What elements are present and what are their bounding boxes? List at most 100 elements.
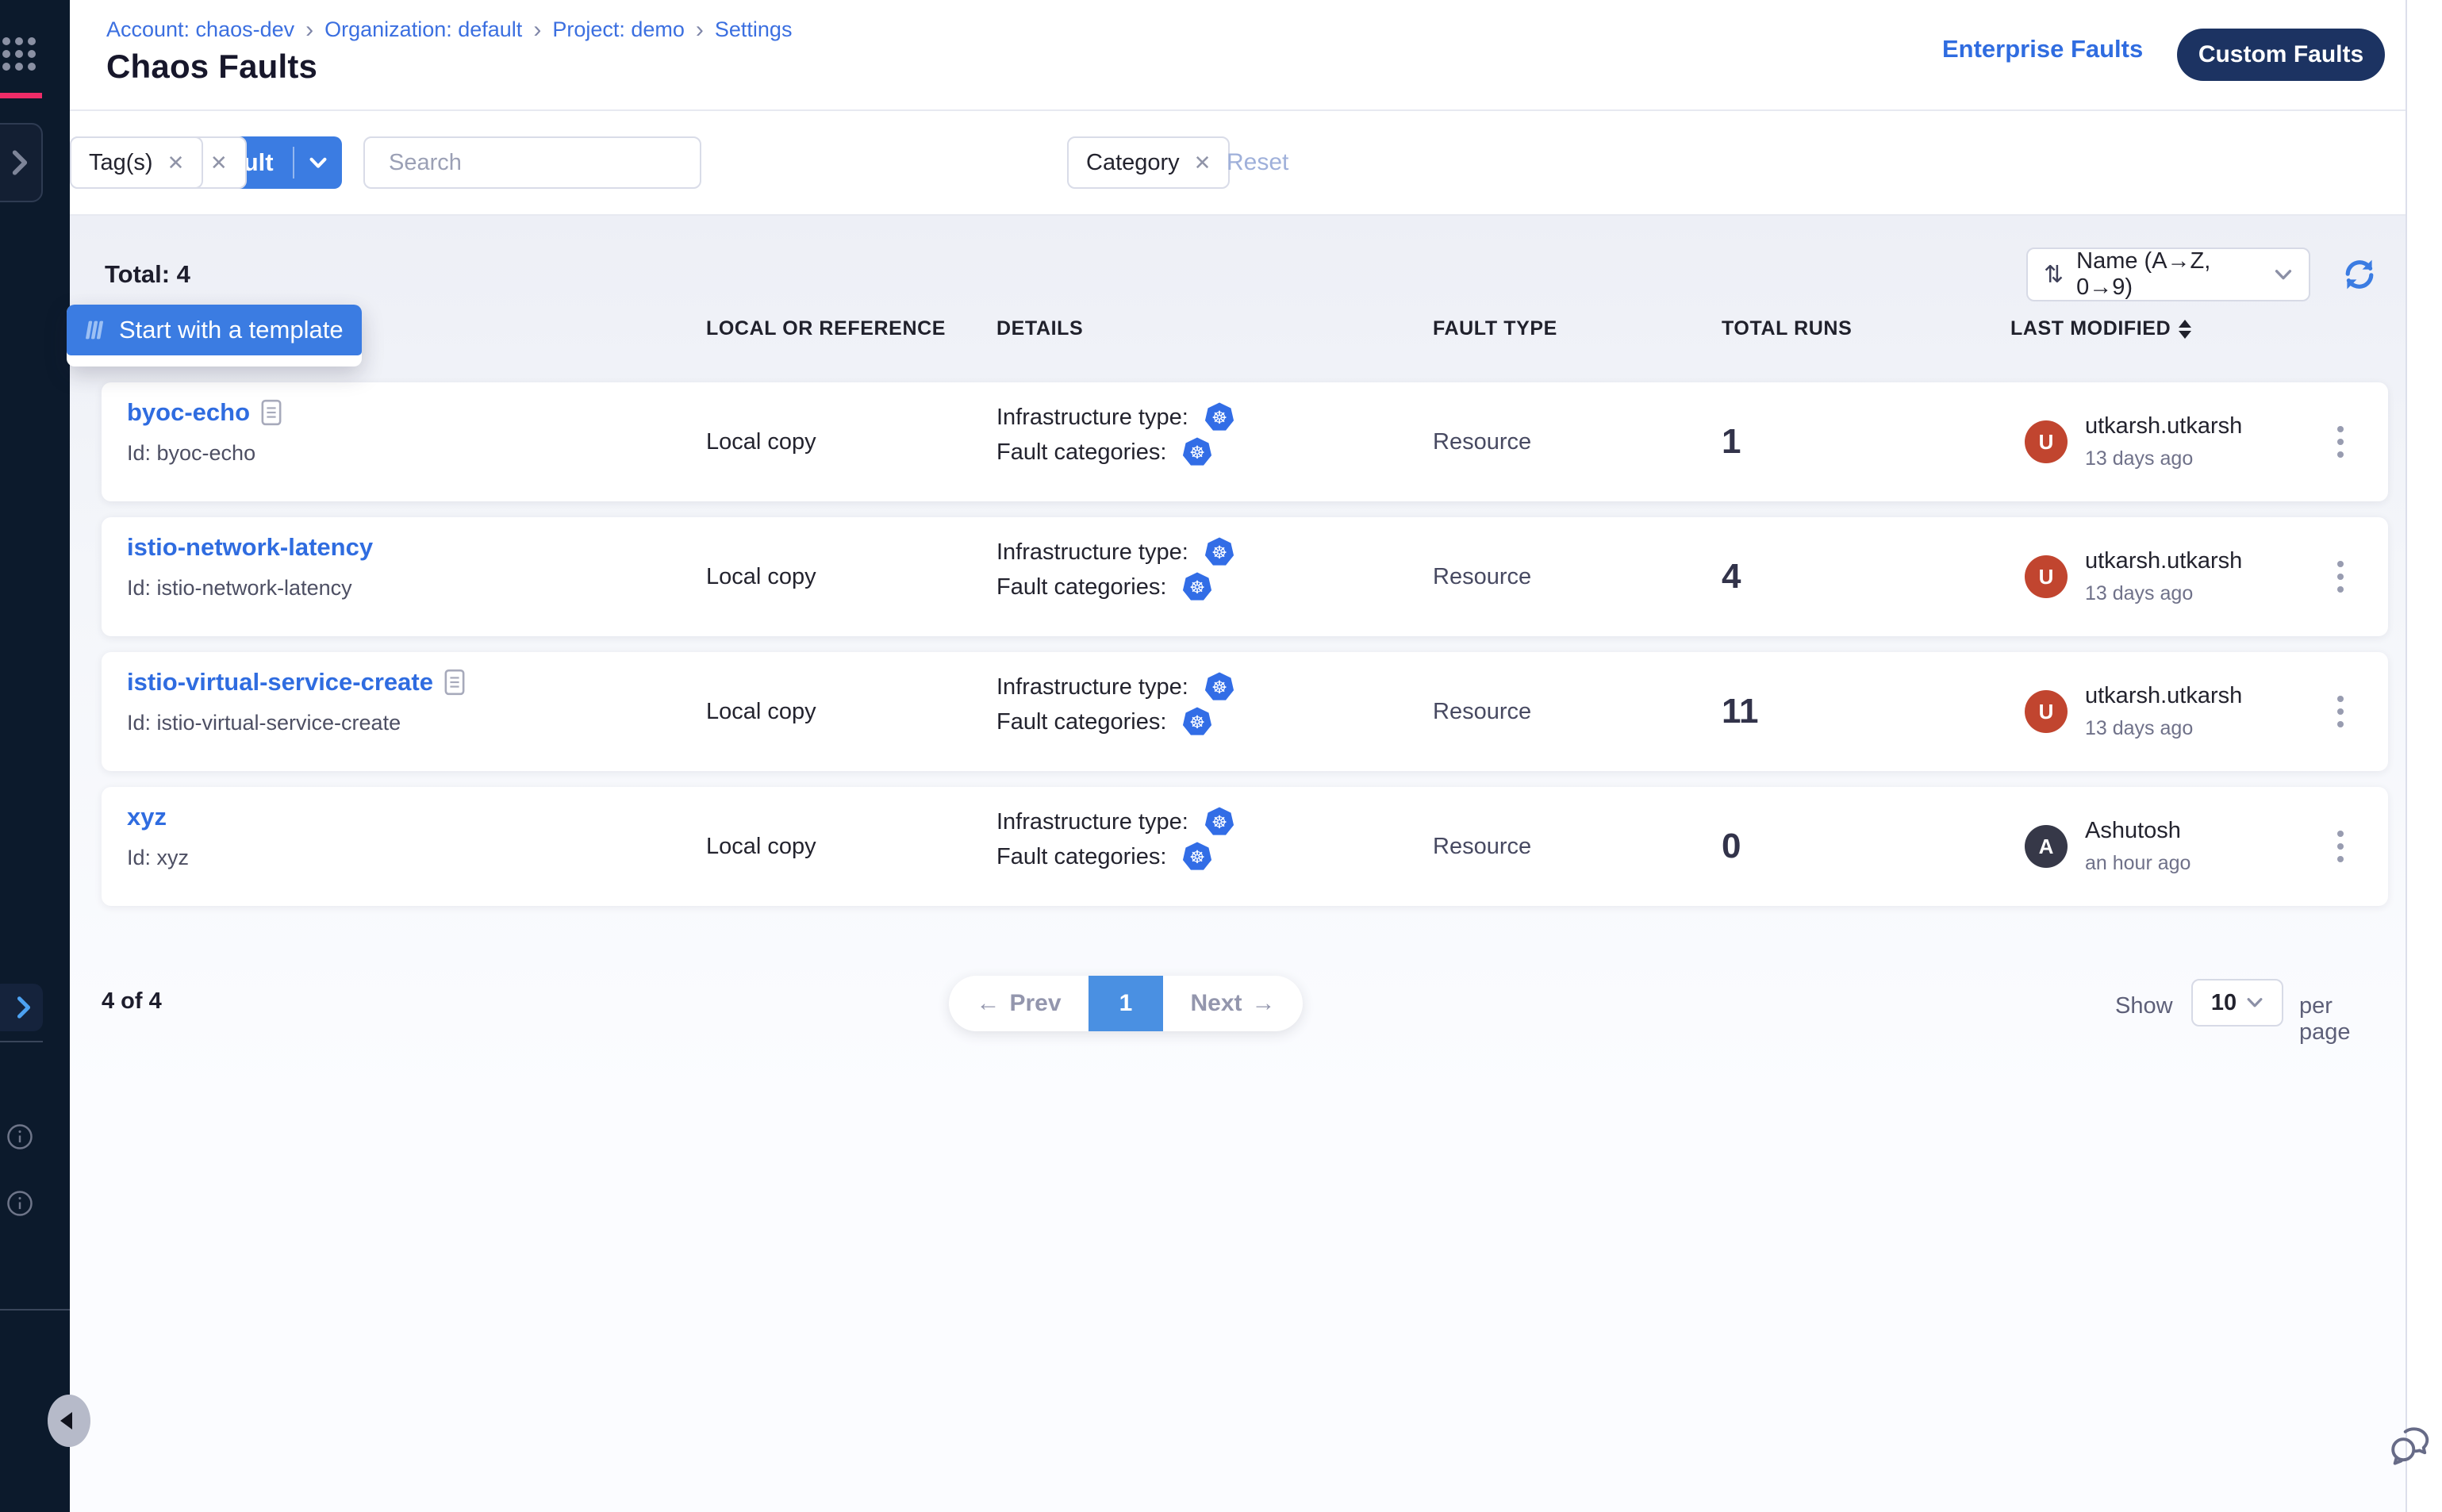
column-label: FAULT TYPE (1433, 317, 1557, 340)
description-doc-icon[interactable] (444, 669, 465, 696)
fault-id: Id: istio-virtual-service-create (127, 711, 465, 735)
kubernetes-icon: ☸ (1204, 672, 1234, 702)
breadcrumb-separator: › (305, 18, 313, 42)
refresh-icon[interactable] (2340, 255, 2379, 294)
close-icon[interactable]: ✕ (210, 151, 228, 175)
per-page-label: per page (2299, 993, 2388, 1046)
content-area: Total: 4 ⇅ Name (A→Z, 0→9) FAULT NAMELOC… (70, 216, 2406, 1512)
last-modified-cell: A Ashutosh an hour ago (2025, 787, 2191, 906)
total-runs: 1 (1722, 382, 1741, 501)
kubernetes-icon: ☸ (1204, 537, 1234, 567)
new-fault-dropdown-toggle[interactable] (294, 136, 342, 189)
kubernetes-icon: ☸ (1182, 572, 1212, 602)
total-count-label: Total: 4 (105, 260, 190, 289)
avatar: U (2025, 555, 2068, 598)
svg-text:☸: ☸ (1211, 812, 1227, 833)
show-label: Show (2115, 993, 2173, 1019)
arrow-right-icon: → (1252, 990, 1276, 1017)
modified-by-name: Ashutosh (2085, 818, 2191, 844)
new-fault-dropdown-menu: Start with a template (67, 305, 362, 366)
nav-collapse-handle[interactable] (48, 1395, 90, 1447)
breadcrumb-separator: › (696, 18, 704, 42)
sort-arrows-icon: ⇅ (2044, 261, 2064, 289)
description-doc-icon[interactable] (261, 399, 282, 426)
custom-faults-button[interactable]: Custom Faults (2177, 29, 2385, 81)
chevron-down-icon (2246, 997, 2263, 1008)
module-grid-icon[interactable] (2, 36, 36, 71)
main-area: Account: chaos-dev › Organization: default… (70, 0, 2406, 1512)
next-page-button[interactable]: Next → (1163, 976, 1303, 1031)
avatar: U (2025, 690, 2068, 733)
breadcrumb-link[interactable]: Account: chaos-dev (106, 17, 294, 42)
prev-page-button[interactable]: ← Prev (949, 976, 1089, 1031)
menu-item-label: Start with a template (119, 316, 344, 344)
search-input[interactable] (389, 150, 688, 176)
fault-categories-label: Fault categories: (996, 439, 1166, 466)
breadcrumb: Account: chaos-dev › Organization: default… (106, 17, 792, 42)
table-header-row: FAULT NAMELOCAL OR REFERENCEDETAILSFAULT… (127, 317, 2388, 354)
filter-chip-tag-s-[interactable]: Tag(s)✕ (70, 136, 203, 189)
page-header: Account: chaos-dev › Organization: default… (70, 0, 2406, 111)
fault-row: xyz Id: xyz Local copy Infrastructure ty… (102, 787, 2388, 906)
sort-select[interactable]: ⇅ Name (A→Z, 0→9) (2026, 248, 2310, 301)
fault-name-link[interactable]: xyz (127, 803, 167, 831)
local-or-reference: Local copy (706, 382, 816, 501)
modified-time: 13 days ago (2085, 447, 2242, 470)
row-actions-menu-button[interactable] (2325, 418, 2356, 466)
start-with-template-menu-item[interactable]: Start with a template (67, 305, 362, 355)
kubernetes-icon: ☸ (1182, 842, 1212, 872)
modified-by-name: utkarsh.utkarsh (2085, 413, 2242, 439)
close-icon[interactable]: ✕ (1194, 151, 1211, 175)
support-chat-icon[interactable] (2388, 1422, 2434, 1468)
row-actions-menu-button[interactable] (2325, 553, 2356, 601)
chevron-right-icon (11, 149, 29, 176)
total-runs: 4 (1722, 517, 1741, 636)
info-icon[interactable] (6, 1123, 33, 1150)
breadcrumb-link[interactable]: Settings (715, 17, 793, 42)
fault-type: Resource (1433, 517, 1531, 636)
fault-name-cell: istio-virtual-service-create Id: istio-v… (127, 668, 465, 735)
kubernetes-icon: ☸ (1204, 402, 1234, 432)
breadcrumb-link[interactable]: Organization: default (324, 17, 522, 42)
modified-by-name: utkarsh.utkarsh (2085, 683, 2242, 709)
sort-both-icon (2179, 320, 2191, 339)
next-label: Next (1190, 990, 1242, 1017)
prev-label: Prev (1009, 990, 1061, 1017)
nav-divider (0, 1041, 43, 1042)
row-actions-menu-button[interactable] (2325, 688, 2356, 735)
svg-text:☸: ☸ (1189, 847, 1205, 868)
fault-name-link[interactable]: istio-virtual-service-create (127, 668, 433, 697)
fault-name-link[interactable]: istio-network-latency (127, 533, 373, 562)
fault-type: Resource (1433, 382, 1531, 501)
search-box (363, 136, 701, 189)
chevron-down-icon (2274, 269, 2293, 281)
nav-expand-bottom-button[interactable] (0, 984, 43, 1031)
modified-time: 13 days ago (2085, 717, 2242, 740)
fault-row: istio-virtual-service-create Id: istio-v… (102, 652, 2388, 771)
fault-id: Id: xyz (127, 846, 189, 870)
svg-text:☸: ☸ (1189, 712, 1205, 733)
filter-chip-category[interactable]: Category✕ (1067, 136, 1230, 189)
page-size-select[interactable]: 10 (2191, 979, 2283, 1027)
svg-text:☸: ☸ (1211, 408, 1227, 428)
page-1-button[interactable]: 1 (1089, 976, 1163, 1031)
info-icon[interactable] (6, 1190, 33, 1217)
fault-name-link[interactable]: byoc-echo (127, 398, 250, 427)
infra-type-label: Infrastructure type: (996, 809, 1188, 835)
local-or-reference: Local copy (706, 517, 816, 636)
modified-time: an hour ago (2085, 852, 2191, 875)
fault-type: Resource (1433, 787, 1531, 906)
right-gutter (2406, 0, 2442, 1512)
close-icon[interactable]: ✕ (167, 151, 185, 175)
reset-filters-link[interactable]: Reset (1227, 149, 1288, 176)
nav-expand-button[interactable] (0, 123, 43, 202)
row-actions-menu-button[interactable] (2325, 823, 2356, 870)
column-header-last-modified[interactable]: LAST MODIFIED (2010, 317, 2191, 340)
breadcrumb-link[interactable]: Project: demo (552, 17, 685, 42)
toolbar: + New Fault Category✕Fault Type✕Tag(s)✕ … (70, 111, 2406, 216)
fault-type: Resource (1433, 652, 1531, 771)
chevron-right-icon (16, 996, 32, 1019)
svg-text:☸: ☸ (1211, 543, 1227, 563)
enterprise-faults-link[interactable]: Enterprise Faults (1942, 35, 2143, 63)
avatar: A (2025, 825, 2068, 868)
